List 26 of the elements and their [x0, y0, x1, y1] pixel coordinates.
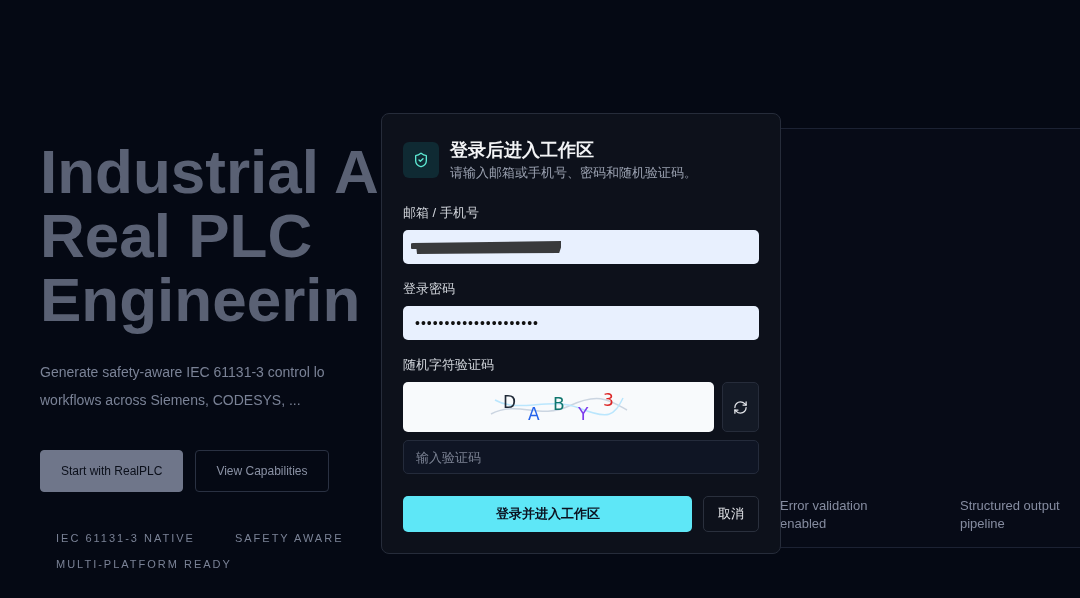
hero-button[interactable]: View Capabilities	[195, 450, 329, 492]
hero-description-line: workflows across Siemens, CODESYS, ...	[40, 391, 301, 410]
dialog-title: 登录后进入工作区	[450, 139, 595, 162]
feature-tag: SAFETY AWARE	[234, 532, 344, 544]
hero-button[interactable]: Start with RealPLC	[40, 450, 184, 492]
captcha-image: D A B Y 3	[488, 390, 629, 424]
card-title: Structured output pipeline	[960, 497, 1061, 533]
hero-heading-line: Real PLC	[40, 204, 313, 268]
refresh-icon	[733, 399, 748, 415]
login-button[interactable]: 登录并进入工作区	[403, 496, 692, 532]
refresh-button[interactable]	[722, 382, 759, 432]
email-field[interactable]	[403, 230, 759, 264]
field-label: 邮箱 / 手机号	[403, 204, 480, 222]
dialog-subtitle: 请输入邮箱或手机号、密码和随机验证码。	[450, 165, 697, 182]
password-field[interactable]: •••••••••••••••••••••	[403, 306, 759, 340]
hero-description-line: Generate safety-aware IEC 61131-3 control lo	[40, 363, 325, 382]
feature-tag: MULTI-PLATFORM READY	[56, 558, 232, 570]
card-title: Error validation enabled	[780, 497, 869, 533]
field-label: 登录密码	[403, 280, 456, 298]
cancel-button[interactable]: 取消	[703, 496, 759, 532]
hero-heading-line: Industrial A	[40, 140, 379, 204]
shield-icon	[403, 142, 439, 178]
captcha-input[interactable]: 输入验证码	[403, 440, 759, 474]
hero-heading-line: Engineerin	[40, 268, 361, 332]
feature-tag: IEC 61131-3 NATIVE	[56, 532, 195, 544]
field-label: 随机字符验证码	[403, 356, 495, 374]
